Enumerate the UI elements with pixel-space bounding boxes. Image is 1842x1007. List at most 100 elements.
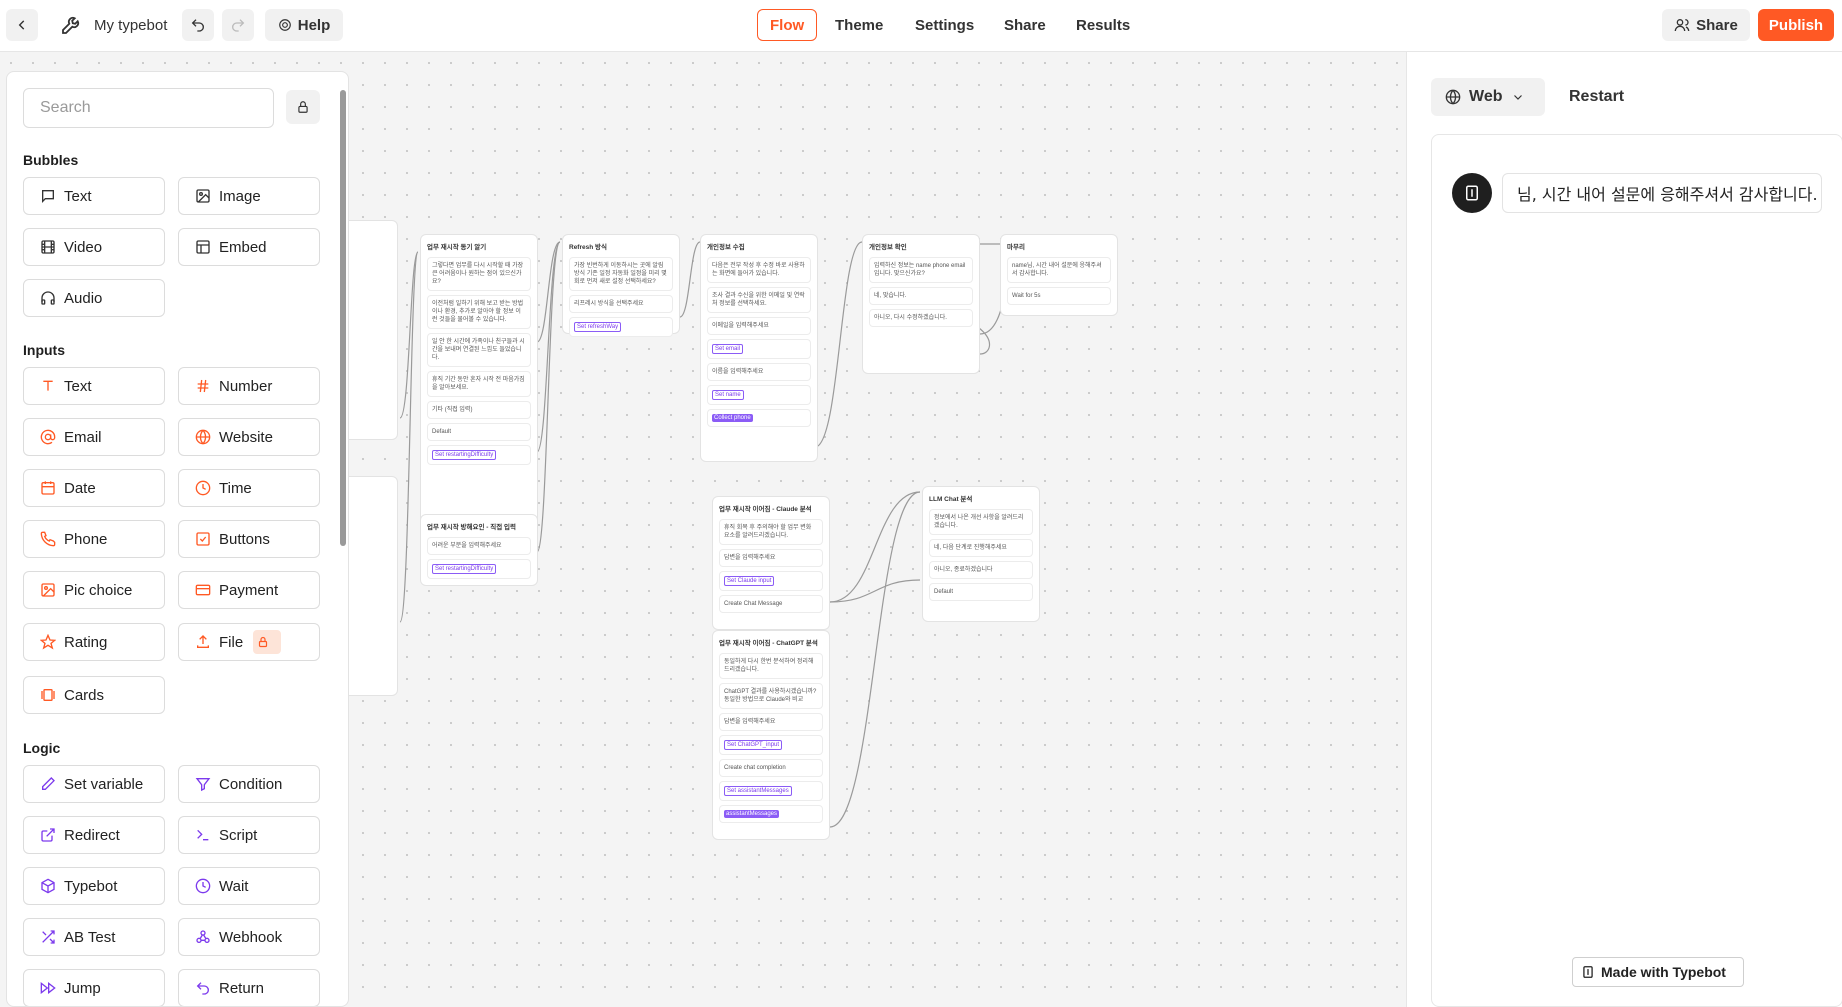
tab-theme[interactable]: Theme [823, 9, 895, 41]
share-button[interactable]: Share [1662, 9, 1750, 41]
block-date-input[interactable]: Date [23, 469, 165, 507]
tab-settings[interactable]: Settings [903, 9, 986, 41]
group-block[interactable]: 가장 빈번하게 이동하시는 곳에 알림 방식 기존 일정 자동화 일정을 미리 … [569, 257, 673, 291]
block-image-bubble[interactable]: Image [178, 177, 320, 215]
group-block[interactable]: 이메일을 입력해주세요 [707, 317, 811, 335]
block-file-input[interactable]: File [178, 623, 320, 661]
block-script[interactable]: Script [178, 816, 320, 854]
flow-group[interactable]: 업무 재시작 이어짐 - ChatGPT 분석 동일하게 다시 한번 분석하여 … [712, 630, 830, 840]
image-icon [196, 189, 210, 203]
group-block[interactable]: 동일하게 다시 한번 분석하여 정리해 드리겠습니다. [719, 653, 823, 679]
group-block[interactable]: Collect phone [707, 409, 811, 427]
block-time-input[interactable]: Time [178, 469, 320, 507]
block-label: Rating [64, 633, 108, 651]
group-block[interactable]: Set ChatGPT_input [719, 735, 823, 755]
block-website-input[interactable]: Website [178, 418, 320, 456]
group-block[interactable]: name님, 시간 내어 설문에 응해주셔서 감사합니다. [1007, 257, 1111, 283]
tab-share[interactable]: Share [992, 9, 1058, 41]
flow-group[interactable]: Refresh 방식 가장 빈번하게 이동하시는 곳에 알림 방식 기존 일정 … [562, 234, 680, 337]
group-block[interactable]: ChatGPT 결과를 사용하시겠습니까? 동일한 방법으로 Claude와 비… [719, 683, 823, 709]
group-block[interactable]: Create Chat Message [719, 595, 823, 613]
group-block[interactable]: Set email [707, 339, 811, 359]
group-block[interactable]: Set name [707, 385, 811, 405]
block-wait[interactable]: Wait [178, 867, 320, 905]
block-email-input[interactable]: Email [23, 418, 165, 456]
scrollbar-thumb[interactable] [340, 90, 346, 546]
block-redirect[interactable]: Redirect [23, 816, 165, 854]
group-block[interactable]: 리프레시 방식을 선택주세요 [569, 295, 673, 313]
block-audio-bubble[interactable]: Audio [23, 279, 165, 317]
group-block[interactable]: 어려운 부분을 입력해주세요 [427, 537, 531, 555]
block-webhook[interactable]: Webhook [178, 918, 320, 956]
tab-flow[interactable]: Flow [757, 9, 818, 41]
block-video-bubble[interactable]: Video [23, 228, 165, 266]
group-block[interactable]: 다음은 전부 작성 후 수정 바로 사용하는 화면에 들어가 있습니다. [707, 257, 811, 283]
group-block[interactable]: 기타 (직접 입력) [427, 401, 531, 419]
group-block[interactable]: 이름을 입력해주세요 [707, 363, 811, 381]
variable-tag: Set Claude input [724, 576, 775, 586]
block-typebot[interactable]: Typebot [23, 867, 165, 905]
group-block[interactable]: 네, 맞습니다. [869, 287, 973, 305]
block-condition[interactable]: Condition [178, 765, 320, 803]
block-embed-bubble[interactable]: Embed [178, 228, 320, 266]
flow-group[interactable]: 업무 재시작 동기 알기 그렇다면 업무를 다시 시작할 때 가장 큰 어려움이… [420, 234, 538, 554]
group-block[interactable]: 휴직 기간 동안 혼자 시작 전 마음가짐을 알아보세요. [427, 371, 531, 397]
group-block[interactable]: 그렇다면 업무를 다시 시작할 때 가장 큰 어려움이나 원하는 점이 있으신가… [427, 257, 531, 291]
group-block[interactable]: 답변을 입력해주세요 [719, 713, 823, 731]
tab-results[interactable]: Results [1064, 9, 1142, 41]
block-phone-input[interactable]: Phone [23, 520, 165, 558]
block-ab-test[interactable]: AB Test [23, 918, 165, 956]
sidebar-scrollbar[interactable] [337, 72, 348, 1006]
block-buttons-input[interactable]: Buttons [178, 520, 320, 558]
group-block[interactable]: 조사 결과 수신을 위한 이메일 및 연락처 정보를 선택하세요. [707, 287, 811, 313]
block-cards-input[interactable]: Cards [23, 676, 165, 714]
group-block[interactable]: 답변을 입력해주세요 [719, 549, 823, 567]
flow-group[interactable]: 개인정보 확인 입력하신 정보는 name phone email 입니다. 맞… [862, 234, 980, 374]
block-number-input[interactable]: Number [178, 367, 320, 405]
search-input[interactable]: Search [23, 88, 274, 128]
block-jump[interactable]: Jump [23, 969, 165, 1006]
restart-button[interactable]: Restart [1569, 88, 1624, 106]
made-with-badge[interactable]: Made with Typebot [1572, 957, 1744, 987]
group-block[interactable]: 이전처럼 일하기 위해 보고 받는 방법이나 환경, 추가로 알아야 할 정보 … [427, 295, 531, 329]
typebot-icon[interactable] [60, 12, 84, 38]
block-text-input[interactable]: Text [23, 367, 165, 405]
group-block[interactable]: Wait for 5s [1007, 287, 1111, 305]
group-block[interactable]: Set refreshWay [569, 317, 673, 337]
redo-button[interactable] [222, 9, 254, 41]
flow-group[interactable]: 마무리 name님, 시간 내어 설문에 응해주셔서 감사합니다. Wait f… [1000, 234, 1118, 316]
block-text-bubble[interactable]: Text [23, 177, 165, 215]
flow-group[interactable]: 개인정보 수집 다음은 전부 작성 후 수정 바로 사용하는 화면에 들어가 있… [700, 234, 818, 462]
group-block[interactable]: 네, 다음 단계로 진행해주세요 [929, 539, 1033, 557]
block-set-variable[interactable]: Set variable [23, 765, 165, 803]
group-block[interactable]: Set assistantMessages [719, 781, 823, 801]
chat-preview: 님, 시간 내어 설문에 응해주셔서 감사합니다. Made with Type… [1431, 134, 1842, 1007]
group-block[interactable]: assistantMessages [719, 805, 823, 823]
group-block[interactable]: 아니오, 다시 수정하겠습니다. [869, 309, 973, 327]
group-block[interactable]: Set restartingDifficulty [427, 559, 531, 579]
group-block[interactable]: 정보에서 나온 개선 사항을 알려드리겠습니다. [929, 509, 1033, 535]
block-rating-input[interactable]: Rating [23, 623, 165, 661]
lock-sidebar-button[interactable] [286, 90, 320, 124]
flow-group[interactable]: LLM Chat 분석 정보에서 나온 개선 사항을 알려드리겠습니다. 네, … [922, 486, 1040, 622]
back-button[interactable] [6, 9, 38, 41]
runtime-select[interactable]: Web [1431, 78, 1545, 116]
undo-button[interactable] [182, 9, 214, 41]
group-block[interactable]: 일 안 한 시간에 가족이나 친구들과 시간을 보내며 연결된 느낌도 들었습니… [427, 333, 531, 367]
flow-group[interactable]: 업무 재시작 이어짐 - Claude 분석 휴직 회복 후 주의해야 할 업무… [712, 496, 830, 630]
typebot-name[interactable]: My typebot [94, 17, 167, 34]
publish-button[interactable]: Publish [1758, 9, 1834, 41]
group-block[interactable]: 휴직 회복 후 주의해야 할 업무 변화 요소를 알려드리겠습니다. [719, 519, 823, 545]
group-block[interactable]: Set Claude input [719, 571, 823, 591]
block-pic-choice-input[interactable]: Pic choice [23, 571, 165, 609]
block-return[interactable]: Return [178, 969, 320, 1006]
group-block[interactable]: 아니오, 종료하겠습니다 [929, 561, 1033, 579]
group-block[interactable]: Default [427, 423, 531, 441]
group-block[interactable]: Default [929, 583, 1033, 601]
group-block[interactable]: Set restartingDifficulty [427, 445, 531, 465]
help-button[interactable]: Help [265, 9, 343, 41]
block-payment-input[interactable]: Payment [178, 571, 320, 609]
group-block[interactable]: 입력하신 정보는 name phone email 입니다. 맞으신가요? [869, 257, 973, 283]
flow-group[interactable]: 업무 재시작 방해요인 - 직접 입력 어려운 부분을 입력해주세요 Set r… [420, 514, 538, 586]
group-block[interactable]: Create chat completion [719, 759, 823, 777]
